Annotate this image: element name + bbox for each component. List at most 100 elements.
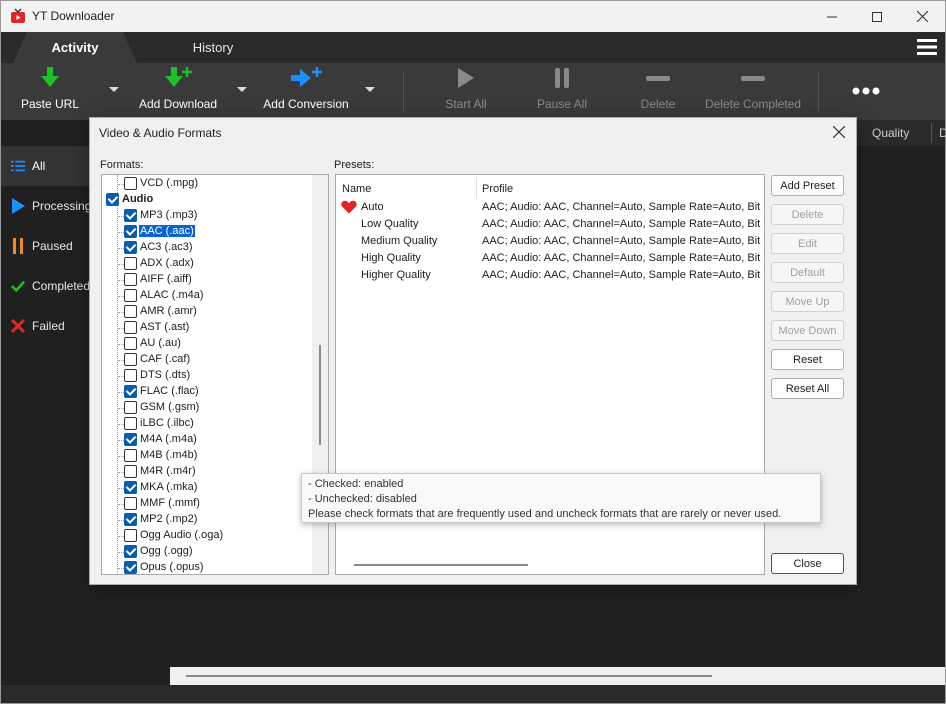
column-name[interactable]: Name xyxy=(342,183,371,195)
preset-name[interactable]: Higher Quality xyxy=(361,269,431,281)
horizontal-scrollbar[interactable] xyxy=(170,667,945,685)
format-item[interactable]: AC3 (.ac3) xyxy=(102,240,312,256)
format-item[interactable]: MMF (.mmf) xyxy=(102,496,312,512)
format-item[interactable]: Opus (.opus) xyxy=(102,560,312,574)
sidebar-item-failed[interactable]: Failed xyxy=(1,306,91,346)
format-checkbox[interactable] xyxy=(124,353,137,366)
format-item[interactable]: AMR (.amr) xyxy=(102,304,312,320)
scrollbar-thumb[interactable] xyxy=(319,345,321,445)
sidebar-item-all[interactable]: All xyxy=(1,146,91,186)
format-checkbox[interactable] xyxy=(124,497,137,510)
format-checkbox[interactable] xyxy=(124,561,137,574)
format-group[interactable]: Audio xyxy=(102,192,312,208)
format-checkbox[interactable] xyxy=(124,529,137,542)
move-down-button[interactable]: Move Down xyxy=(771,320,844,341)
preset-name[interactable]: High Quality xyxy=(361,252,421,264)
tab-history[interactable]: History xyxy=(151,32,275,63)
menu-icon[interactable] xyxy=(917,38,937,56)
delete-completed-button[interactable]: Delete Completed xyxy=(703,63,803,120)
default-preset-button[interactable]: Default xyxy=(771,262,844,283)
sidebar-item-completed[interactable]: Completed xyxy=(1,266,91,306)
delete-preset-button[interactable]: Delete xyxy=(771,204,844,225)
sidebar-item-paused[interactable]: Paused xyxy=(1,226,91,266)
format-checkbox[interactable] xyxy=(124,177,137,190)
maximize-button[interactable] xyxy=(854,1,900,32)
format-checkbox[interactable] xyxy=(124,289,137,302)
format-item[interactable]: CAF (.caf) xyxy=(102,352,312,368)
format-item[interactable]: Ogg (.ogg) xyxy=(102,544,312,560)
format-checkbox[interactable] xyxy=(124,273,137,286)
format-item[interactable]: GSM (.gsm) xyxy=(102,400,312,416)
format-checkbox[interactable] xyxy=(124,545,137,558)
format-item[interactable]: MP3 (.mp3) xyxy=(102,208,312,224)
presets-scrollbar-thumb[interactable] xyxy=(354,564,528,566)
format-item[interactable]: VCD (.mpg) xyxy=(102,176,312,192)
preset-name[interactable]: Low Quality xyxy=(361,218,418,230)
preset-profile[interactable]: AAC; Audio: AAC, Channel=Auto, Sample Ra… xyxy=(482,201,760,213)
format-item[interactable]: AIFF (.aiff) xyxy=(102,272,312,288)
reset-button[interactable]: Reset xyxy=(771,349,844,370)
close-button[interactable]: Close xyxy=(771,553,844,574)
format-checkbox[interactable] xyxy=(124,257,137,270)
add-conversion-button[interactable]: Add Conversion xyxy=(261,63,351,120)
format-checkbox[interactable] xyxy=(124,513,137,526)
add-download-button[interactable]: Add Download xyxy=(135,63,221,120)
formats-tree[interactable]: VCD (.mpg) Audio MP3 (.mp3) AAC (.aac) AC3 (… xyxy=(101,174,329,575)
format-checkbox[interactable] xyxy=(124,209,137,222)
format-checkbox[interactable] xyxy=(124,481,137,494)
edit-preset-button[interactable]: Edit xyxy=(771,233,844,254)
format-checkbox[interactable] xyxy=(124,225,137,238)
delete-button[interactable]: Delete xyxy=(635,63,681,120)
paste-url-dropdown-icon[interactable] xyxy=(109,87,119,92)
format-item[interactable]: iLBC (.ilbc) xyxy=(102,416,312,432)
more-options-icon[interactable] xyxy=(851,86,881,96)
format-item[interactable]: MP2 (.mp2) xyxy=(102,512,312,528)
preset-profile[interactable]: AAC; Audio: AAC, Channel=Auto, Sample Ra… xyxy=(482,269,760,281)
format-checkbox[interactable] xyxy=(124,241,137,254)
preset-name[interactable]: Medium Quality xyxy=(361,235,437,247)
format-checkbox[interactable] xyxy=(124,417,137,430)
preset-name[interactable]: Auto xyxy=(361,201,384,213)
pause-all-button[interactable]: Pause All xyxy=(533,63,591,120)
format-item[interactable]: AAC (.aac) xyxy=(102,224,312,240)
start-all-button[interactable]: Start All xyxy=(439,63,493,120)
format-item[interactable]: AU (.au) xyxy=(102,336,312,352)
format-item[interactable]: Ogg Audio (.oga) xyxy=(102,528,312,544)
move-up-button[interactable]: Move Up xyxy=(771,291,844,312)
format-item[interactable]: M4B (.m4b) xyxy=(102,448,312,464)
format-item[interactable]: AST (.ast) xyxy=(102,320,312,336)
format-checkbox[interactable] xyxy=(124,465,137,478)
format-checkbox[interactable] xyxy=(124,369,137,382)
format-checkbox[interactable] xyxy=(124,305,137,318)
sidebar-item-processing[interactable]: Processing xyxy=(1,186,91,226)
column-next[interactable]: D xyxy=(939,126,945,140)
format-item[interactable]: ALAC (.m4a) xyxy=(102,288,312,304)
format-item[interactable]: MKA (.mka) xyxy=(102,480,312,496)
format-checkbox[interactable] xyxy=(124,449,137,462)
format-checkbox[interactable] xyxy=(124,401,137,414)
preset-profile[interactable]: AAC; Audio: AAC, Channel=Auto, Sample Ra… xyxy=(482,252,760,264)
format-checkbox[interactable] xyxy=(124,337,137,350)
add-download-dropdown-icon[interactable] xyxy=(237,87,247,92)
paste-url-button[interactable]: Paste URL xyxy=(19,63,81,120)
reset-all-button[interactable]: Reset All xyxy=(771,378,844,399)
column-profile[interactable]: Profile xyxy=(482,183,513,195)
scrollbar-thumb[interactable] xyxy=(186,675,712,677)
preset-profile[interactable]: AAC; Audio: AAC, Channel=Auto, Sample Ra… xyxy=(482,218,760,230)
format-item[interactable]: FLAC (.flac) xyxy=(102,384,312,400)
format-checkbox[interactable] xyxy=(106,193,119,206)
column-quality[interactable]: Quality xyxy=(872,126,909,140)
close-window-button[interactable] xyxy=(899,1,945,32)
add-preset-button[interactable]: Add Preset xyxy=(771,175,844,196)
format-checkbox[interactable] xyxy=(124,433,137,446)
minimize-button[interactable] xyxy=(809,1,855,32)
tab-activity[interactable]: Activity xyxy=(13,32,137,63)
format-item[interactable]: M4A (.m4a) xyxy=(102,432,312,448)
format-checkbox[interactable] xyxy=(124,321,137,334)
format-item[interactable]: M4R (.m4r) xyxy=(102,464,312,480)
add-conversion-dropdown-icon[interactable] xyxy=(365,87,375,92)
format-item[interactable]: DTS (.dts) xyxy=(102,368,312,384)
format-item[interactable]: ADX (.adx) xyxy=(102,256,312,272)
preset-profile[interactable]: AAC; Audio: AAC, Channel=Auto, Sample Ra… xyxy=(482,235,760,247)
format-checkbox[interactable] xyxy=(124,385,137,398)
